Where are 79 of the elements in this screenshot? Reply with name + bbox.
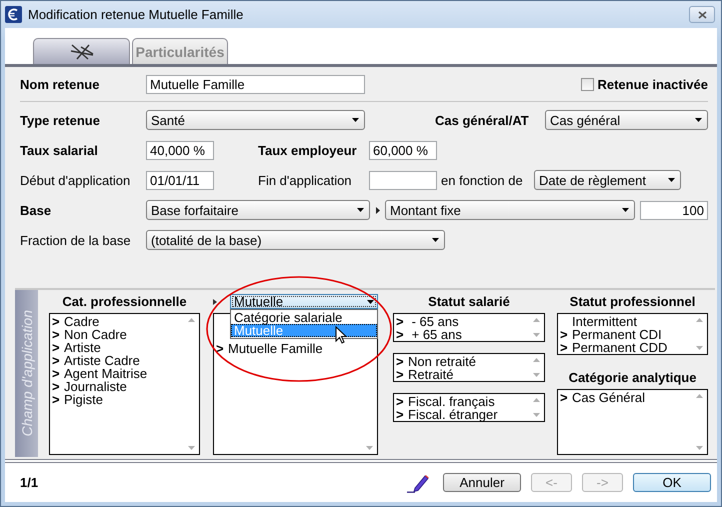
pencil-icon[interactable]: [407, 472, 429, 492]
triangle-icon: [213, 298, 217, 304]
list-item[interactable]: > Cadre: [52, 315, 183, 328]
dropdown[interactable]: Santé: [146, 110, 365, 130]
close-button[interactable]: [689, 6, 715, 23]
triangle-icon: [376, 206, 380, 214]
caret-icon: [357, 208, 364, 212]
field-label: Fin d'application: [258, 172, 353, 188]
scroll-down-icon[interactable]: [532, 373, 540, 377]
list-item[interactable]: > Mutuelle Famille: [216, 342, 361, 355]
column-header: Cat. professionnelle: [62, 294, 187, 309]
close-icon: [698, 10, 706, 18]
dropdown[interactable]: Montant fixe: [385, 200, 635, 220]
scroll-up-icon[interactable]: [532, 318, 540, 322]
button[interactable]: OK: [633, 473, 711, 492]
list-item[interactable]: Intermittent: [560, 315, 691, 328]
list-item[interactable]: > Non Cadre: [52, 328, 183, 341]
list-item[interactable]: > Permanent CDD: [560, 341, 691, 354]
window-title: Modification retenue Mutuelle Famille: [28, 7, 244, 22]
list-item[interactable]: > Artiste: [52, 341, 183, 354]
caret-icon: [367, 300, 374, 304]
scroll-down-icon[interactable]: [532, 413, 540, 417]
caret-icon: [622, 208, 629, 212]
input-field[interactable]: 01/01/11: [146, 170, 214, 190]
input-field[interactable]: 100: [640, 200, 708, 220]
list-item[interactable]: > Agent Maitrise: [52, 367, 183, 380]
dropdown[interactable]: Base forfaitaire: [146, 200, 370, 220]
scroll-up-icon[interactable]: [696, 394, 702, 398]
field-label: Taux salarial: [20, 142, 99, 158]
input-field[interactable]: 60,000 %: [369, 140, 437, 160]
scroll-down-icon[interactable]: [696, 446, 702, 450]
list-item[interactable]: > Pigiste: [52, 393, 183, 406]
scroll-up-icon[interactable]: [188, 318, 194, 322]
list-item[interactable]: > - 65 ans: [396, 315, 528, 328]
list-item[interactable]: > Fiscal. français: [396, 395, 528, 408]
column-header: Statut salarié: [428, 294, 510, 309]
caret-icon: [352, 118, 359, 122]
caret-icon: [432, 238, 439, 242]
field-label: en fonction de: [441, 172, 524, 188]
dropdown[interactable]: Date de règlement: [534, 170, 681, 190]
dropdown[interactable]: Mutuelle: [230, 294, 378, 309]
list-item[interactable]: > Journaliste: [52, 380, 183, 393]
field-label: Taux employeur: [258, 142, 358, 158]
scroll-up-icon[interactable]: [532, 358, 540, 362]
field-label: Cas général/AT: [435, 112, 530, 128]
scroll-down-icon[interactable]: [532, 333, 540, 337]
list-item[interactable]: > Fiscal. étranger: [396, 408, 528, 421]
tab[interactable]: [33, 38, 130, 64]
column-header: Statut professionnel: [570, 294, 696, 309]
field-label: Base: [20, 202, 52, 218]
scroll-down-icon[interactable]: [366, 446, 372, 450]
scroll-down-icon[interactable]: [696, 346, 702, 350]
input-field[interactable]: 40,000 %: [146, 140, 214, 160]
list-item[interactable]: > Permanent CDI: [560, 328, 691, 341]
list-item[interactable]: > Cas Général: [560, 391, 691, 404]
input-field[interactable]: [369, 170, 437, 190]
list-item[interactable]: > Non retraité: [396, 355, 528, 368]
dropdown[interactable]: Cas général: [545, 110, 708, 130]
list-item[interactable]: > Retraité: [396, 368, 528, 381]
field-label: Fraction de la base: [20, 232, 132, 248]
dropdown[interactable]: (totalité de la base): [146, 230, 445, 250]
scroll-up-icon[interactable]: [532, 398, 540, 402]
list-item[interactable]: > Artiste Cadre: [52, 354, 183, 367]
button[interactable]: Annuler: [443, 473, 521, 492]
input-field[interactable]: Mutuelle Famille: [146, 74, 365, 94]
checkbox[interactable]: [581, 78, 594, 90]
caret-icon: [695, 118, 702, 122]
scroll-down-icon[interactable]: [188, 446, 194, 450]
checkbox-label: Retenue inactivée: [597, 76, 708, 92]
field-label: Début d'application: [20, 172, 132, 188]
caret-icon: [668, 178, 675, 182]
field-label: Type retenue: [20, 112, 101, 128]
section-title: Champ d'application: [18, 310, 34, 437]
app-logo-icon: [5, 6, 22, 23]
page-counter: 1/1: [20, 475, 40, 490]
field-label: Nom retenue: [20, 76, 100, 92]
list-item[interactable]: > + 65 ans: [396, 328, 528, 341]
column-header: Catégorie analytique: [568, 370, 696, 385]
scroll-up-icon[interactable]: [696, 318, 702, 322]
